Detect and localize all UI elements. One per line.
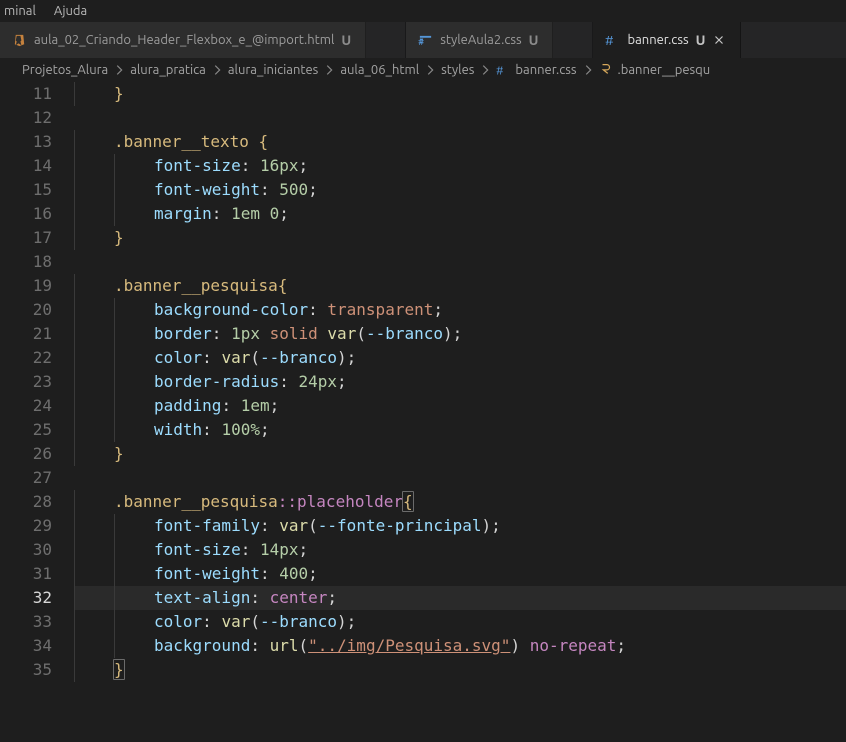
code-line[interactable]: }: [74, 82, 846, 106]
code-line[interactable]: color: var(--branco);: [74, 346, 846, 370]
line-number: 17: [0, 226, 52, 250]
svg-text:#: #: [418, 36, 424, 47]
chevron-right-icon: [581, 63, 595, 77]
crumb-symbol-name: .banner__pesqu: [618, 63, 711, 77]
svg-text:#: #: [496, 64, 503, 77]
code-editor[interactable]: 1112131415161718192021222324252627282930…: [0, 82, 846, 742]
line-number: 20: [0, 298, 52, 322]
line-number: 12: [0, 106, 52, 130]
line-number: 31: [0, 562, 52, 586]
line-number: 16: [0, 202, 52, 226]
close-icon[interactable]: [712, 33, 726, 47]
line-number: 23: [0, 370, 52, 394]
line-number: 33: [0, 610, 52, 634]
code-line[interactable]: .banner__pesquisa::placeholder{: [74, 490, 846, 514]
code-line[interactable]: width: 100%;: [74, 418, 846, 442]
code-line[interactable]: }: [74, 658, 846, 682]
line-number: 21: [0, 322, 52, 346]
tab-css-styleaula2[interactable]: # styleAula2.css U: [406, 22, 553, 58]
line-number: 30: [0, 538, 52, 562]
code-line[interactable]: font-weight: 500;: [74, 178, 846, 202]
chevron-right-icon: [478, 63, 492, 77]
menu-help[interactable]: Ajuda: [54, 4, 87, 18]
code-line[interactable]: font-family: var(--fonte-principal);: [74, 514, 846, 538]
code-line[interactable]: border: 1px solid var(--branco);: [74, 322, 846, 346]
code-line[interactable]: margin: 1em 0;: [74, 202, 846, 226]
code-line[interactable]: border-radius: 24px;: [74, 370, 846, 394]
tab-label: aula_02_Criando_Header_Flexbox_e_@import…: [34, 33, 334, 47]
line-number: 13: [0, 130, 52, 154]
line-number: 19: [0, 274, 52, 298]
code-line[interactable]: background: url("../img/Pesquisa.svg") n…: [74, 634, 846, 658]
crumb[interactable]: alura_pratica: [130, 63, 206, 77]
line-number: 26: [0, 442, 52, 466]
line-number: 24: [0, 394, 52, 418]
chevron-right-icon: [112, 63, 126, 77]
line-number: 18: [0, 250, 52, 274]
code-line[interactable]: background-color: transparent;: [74, 298, 846, 322]
code-area[interactable]: }.banner__texto {font-size: 16px;font-we…: [74, 82, 846, 742]
line-number-gutter: 1112131415161718192021222324252627282930…: [0, 82, 74, 742]
tab-modified-badge: U: [696, 32, 706, 48]
crumb-file-name: banner.css: [515, 63, 576, 77]
chevron-right-icon: [322, 63, 336, 77]
tab-label: banner.css: [627, 33, 688, 47]
tab-html-aula02[interactable]: aula_02_Criando_Header_Flexbox_e_@import…: [0, 22, 366, 58]
crumb[interactable]: Projetos_Alura: [22, 63, 108, 77]
chevron-right-icon: [423, 63, 437, 77]
code-line[interactable]: [74, 466, 846, 490]
line-number: 34: [0, 634, 52, 658]
code-line[interactable]: text-align: center;: [74, 586, 846, 610]
line-number: 35: [0, 658, 52, 682]
code-line[interactable]: .banner__texto {: [74, 130, 846, 154]
code-line[interactable]: .banner__pesquisa{: [74, 274, 846, 298]
line-number: 28: [0, 490, 52, 514]
line-number: 27: [0, 466, 52, 490]
tab-css-banner-active[interactable]: # banner.css U: [593, 22, 741, 58]
line-number: 11: [0, 82, 52, 106]
code-line[interactable]: padding: 1em;: [74, 394, 846, 418]
crumb[interactable]: aula_06_html: [340, 63, 419, 77]
code-line[interactable]: }: [74, 226, 846, 250]
code-line[interactable]: font-size: 14px;: [74, 538, 846, 562]
css-file-icon: #: [605, 33, 620, 48]
crumb[interactable]: alura_iniciantes: [228, 63, 318, 77]
code-line[interactable]: color: var(--branco);: [74, 610, 846, 634]
line-number: 14: [0, 154, 52, 178]
menu-terminal[interactable]: minal: [4, 4, 36, 18]
code-line[interactable]: font-weight: 400;: [74, 562, 846, 586]
breadcrumb[interactable]: Projetos_Alura alura_pratica alura_inici…: [0, 58, 846, 82]
tab-modified-badge: U: [529, 32, 539, 48]
code-line[interactable]: [74, 106, 846, 130]
code-line[interactable]: [74, 250, 846, 274]
tab-bar: aula_02_Criando_Header_Flexbox_e_@import…: [0, 22, 846, 58]
tab-label: styleAula2.css: [440, 33, 521, 47]
css-rule-icon: [599, 62, 613, 79]
svg-text:#: #: [605, 34, 614, 48]
code-line[interactable]: }: [74, 442, 846, 466]
menubar: minal Ajuda: [0, 0, 846, 22]
code-line[interactable]: font-size: 16px;: [74, 154, 846, 178]
css-file-icon: #: [496, 63, 510, 77]
line-number: 25: [0, 418, 52, 442]
chevron-right-icon: [210, 63, 224, 77]
css-file-icon: #: [418, 33, 433, 48]
crumb-file[interactable]: # banner.css: [496, 63, 576, 77]
crumb[interactable]: styles: [441, 63, 474, 77]
tab-modified-badge: U: [341, 32, 351, 48]
line-number: 32: [0, 586, 52, 610]
html-file-icon: [12, 33, 27, 48]
line-number: 22: [0, 346, 52, 370]
line-number: 15: [0, 178, 52, 202]
line-number: 29: [0, 514, 52, 538]
crumb-symbol[interactable]: .banner__pesqu: [599, 62, 711, 79]
